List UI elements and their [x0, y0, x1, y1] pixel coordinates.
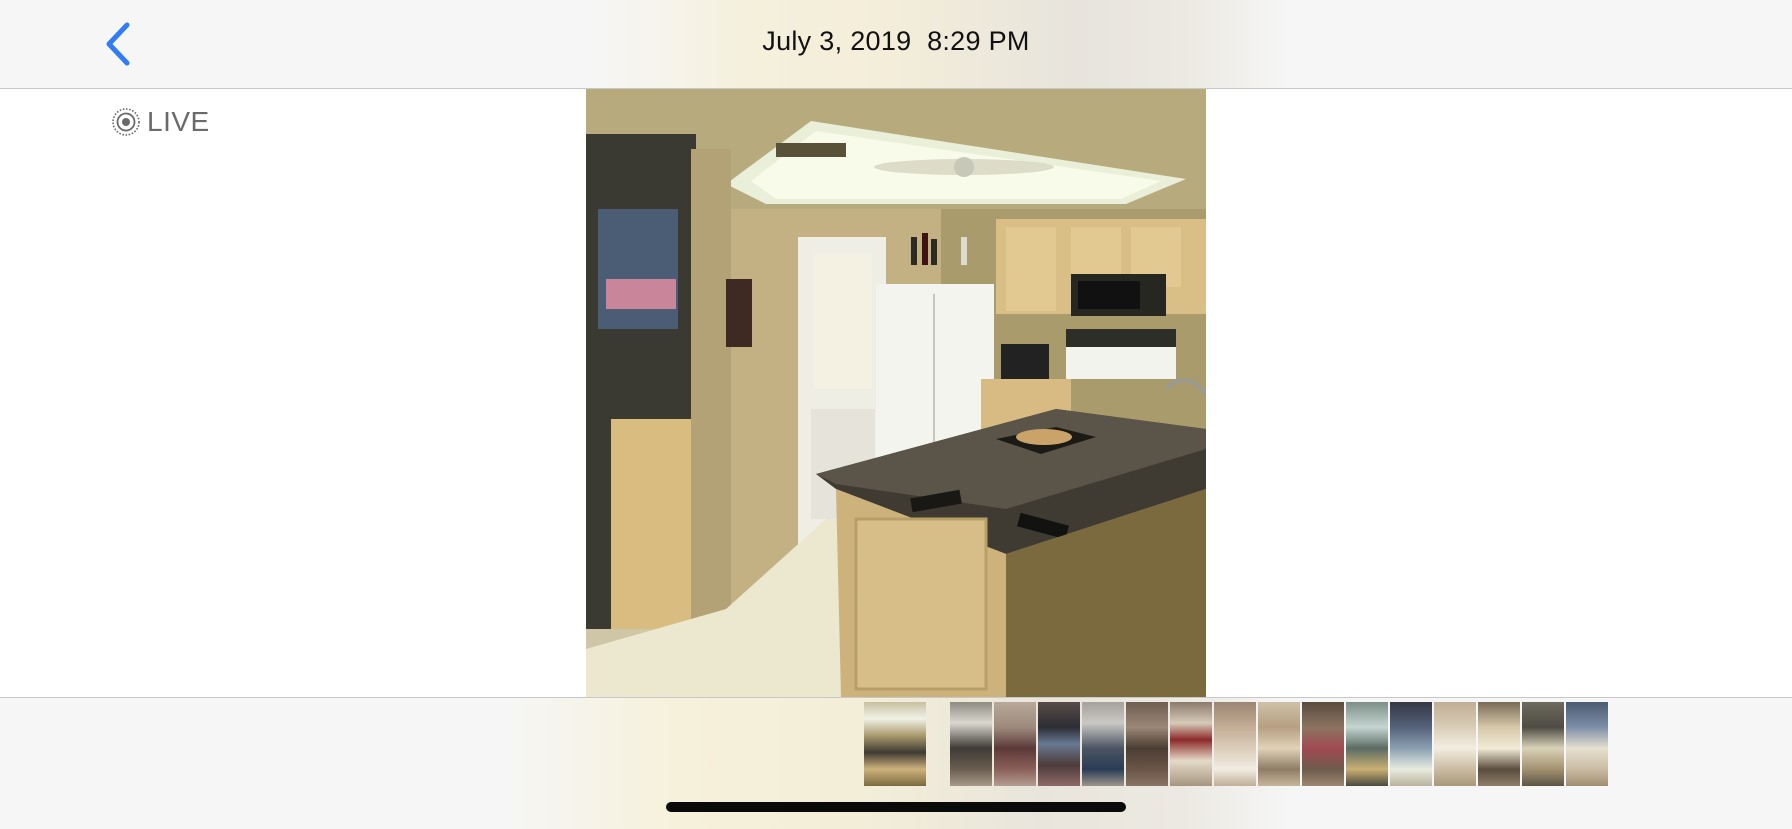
- thumbnail[interactable]: [1170, 702, 1212, 786]
- thumbnail[interactable]: [1390, 702, 1432, 786]
- live-photo-badge[interactable]: LIVE: [111, 104, 210, 140]
- thumbnail[interactable]: [1214, 702, 1256, 786]
- live-photo-icon: [112, 108, 140, 136]
- kitchen-photo[interactable]: [586, 89, 1206, 697]
- thumbnail-strip: [0, 697, 1792, 829]
- thumbnail[interactable]: [1126, 702, 1168, 786]
- live-label: LIVE: [147, 106, 210, 137]
- thumbnail[interactable]: [1522, 702, 1564, 786]
- thumbnail[interactable]: [1566, 702, 1608, 786]
- thumbnail[interactable]: [994, 702, 1036, 786]
- photo-date-title: July 3, 2019 8:29 PM: [762, 26, 1030, 56]
- thumbnail[interactable]: [1478, 702, 1520, 786]
- thumbnail-list: [864, 702, 1610, 786]
- thumbnail[interactable]: [950, 702, 992, 786]
- thumbnail[interactable]: [1302, 702, 1344, 786]
- thumbnail[interactable]: [1038, 702, 1080, 786]
- thumbnail-current[interactable]: [864, 702, 926, 786]
- thumbnail[interactable]: [1346, 702, 1388, 786]
- thumbnail[interactable]: [1082, 702, 1124, 786]
- thumbnail[interactable]: [1258, 702, 1300, 786]
- navigation-bar: July 3, 2019 8:29 PM: [0, 0, 1792, 89]
- home-indicator[interactable]: [666, 802, 1126, 812]
- thumbnail[interactable]: [1434, 702, 1476, 786]
